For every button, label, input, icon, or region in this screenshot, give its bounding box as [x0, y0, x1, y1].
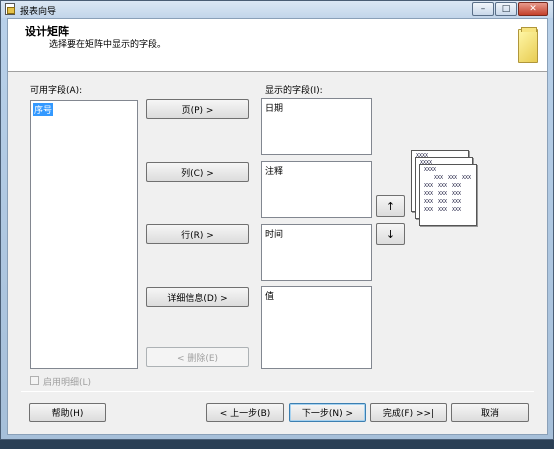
- move-down-button[interactable]: ↓: [376, 223, 405, 245]
- move-up-button[interactable]: ↑: [376, 195, 405, 217]
- list-item[interactable]: 序号: [33, 103, 54, 116]
- add-to-column-button[interactable]: 列(C) >: [146, 162, 249, 182]
- folder-icon: [518, 27, 538, 63]
- enable-drilldown-checkbox[interactable]: [30, 376, 39, 385]
- window-title: 报表向导: [20, 7, 57, 17]
- report-app-icon: [5, 3, 15, 15]
- next-button[interactable]: 下一步(N) >: [289, 403, 366, 422]
- page-subtitle: 选择要在矩阵中显示的字段。: [49, 40, 167, 50]
- footer-divider: [21, 391, 534, 392]
- back-button[interactable]: < 上一步(B): [206, 403, 284, 422]
- list-item[interactable]: 时间: [264, 227, 284, 240]
- wizard-header: 设计矩阵 选择要在矩阵中显示的字段。: [8, 19, 547, 72]
- add-to-row-button[interactable]: 行(R) >: [146, 224, 249, 244]
- cancel-button[interactable]: 取消: [451, 403, 529, 422]
- column-fields-list[interactable]: 注释: [261, 161, 372, 218]
- close-button[interactable]: ✕: [518, 2, 548, 16]
- title-bar[interactable]: 报表向导 – □ ✕: [1, 1, 553, 18]
- list-item[interactable]: 值: [264, 289, 275, 302]
- add-to-page-button[interactable]: 页(P) >: [146, 99, 249, 119]
- displayed-fields-label: 显示的字段(I):: [265, 86, 323, 96]
- remove-field-button[interactable]: < 删除(E): [146, 347, 249, 367]
- matrix-preview-illustration: XXXX XXXX XXXX XXX XXX XXX XXX XXX XXX X…: [411, 150, 481, 232]
- add-to-details-button[interactable]: 详细信息(D) >: [146, 287, 249, 307]
- row-fields-list[interactable]: 时间: [261, 224, 372, 281]
- finish-button[interactable]: 完成(F) >>|: [370, 403, 447, 422]
- page-fields-list[interactable]: 日期: [261, 98, 372, 155]
- available-fields-label: 可用字段(A):: [30, 86, 83, 96]
- preview-sheet: XXXX XXX XXX XXX XXX XXX XXX XXX XXX XXX…: [419, 164, 477, 226]
- wizard-client-area: 设计矩阵 选择要在矩阵中显示的字段。 可用字段(A): 序号 页(P) > 列(…: [7, 18, 548, 435]
- list-item[interactable]: 日期: [264, 101, 284, 114]
- maximize-button[interactable]: □: [495, 2, 517, 16]
- minimize-button[interactable]: –: [472, 2, 494, 16]
- report-wizard-window: 报表向导 – □ ✕ 设计矩阵 选择要在矩阵中显示的字段。 可用字段(A): 序…: [0, 0, 554, 440]
- list-item[interactable]: 注释: [264, 164, 284, 177]
- help-button[interactable]: 帮助(H): [29, 403, 106, 422]
- details-fields-list[interactable]: 值: [261, 286, 372, 369]
- enable-drilldown-label: 启用明细(L): [43, 378, 92, 388]
- available-fields-list[interactable]: 序号: [30, 100, 138, 369]
